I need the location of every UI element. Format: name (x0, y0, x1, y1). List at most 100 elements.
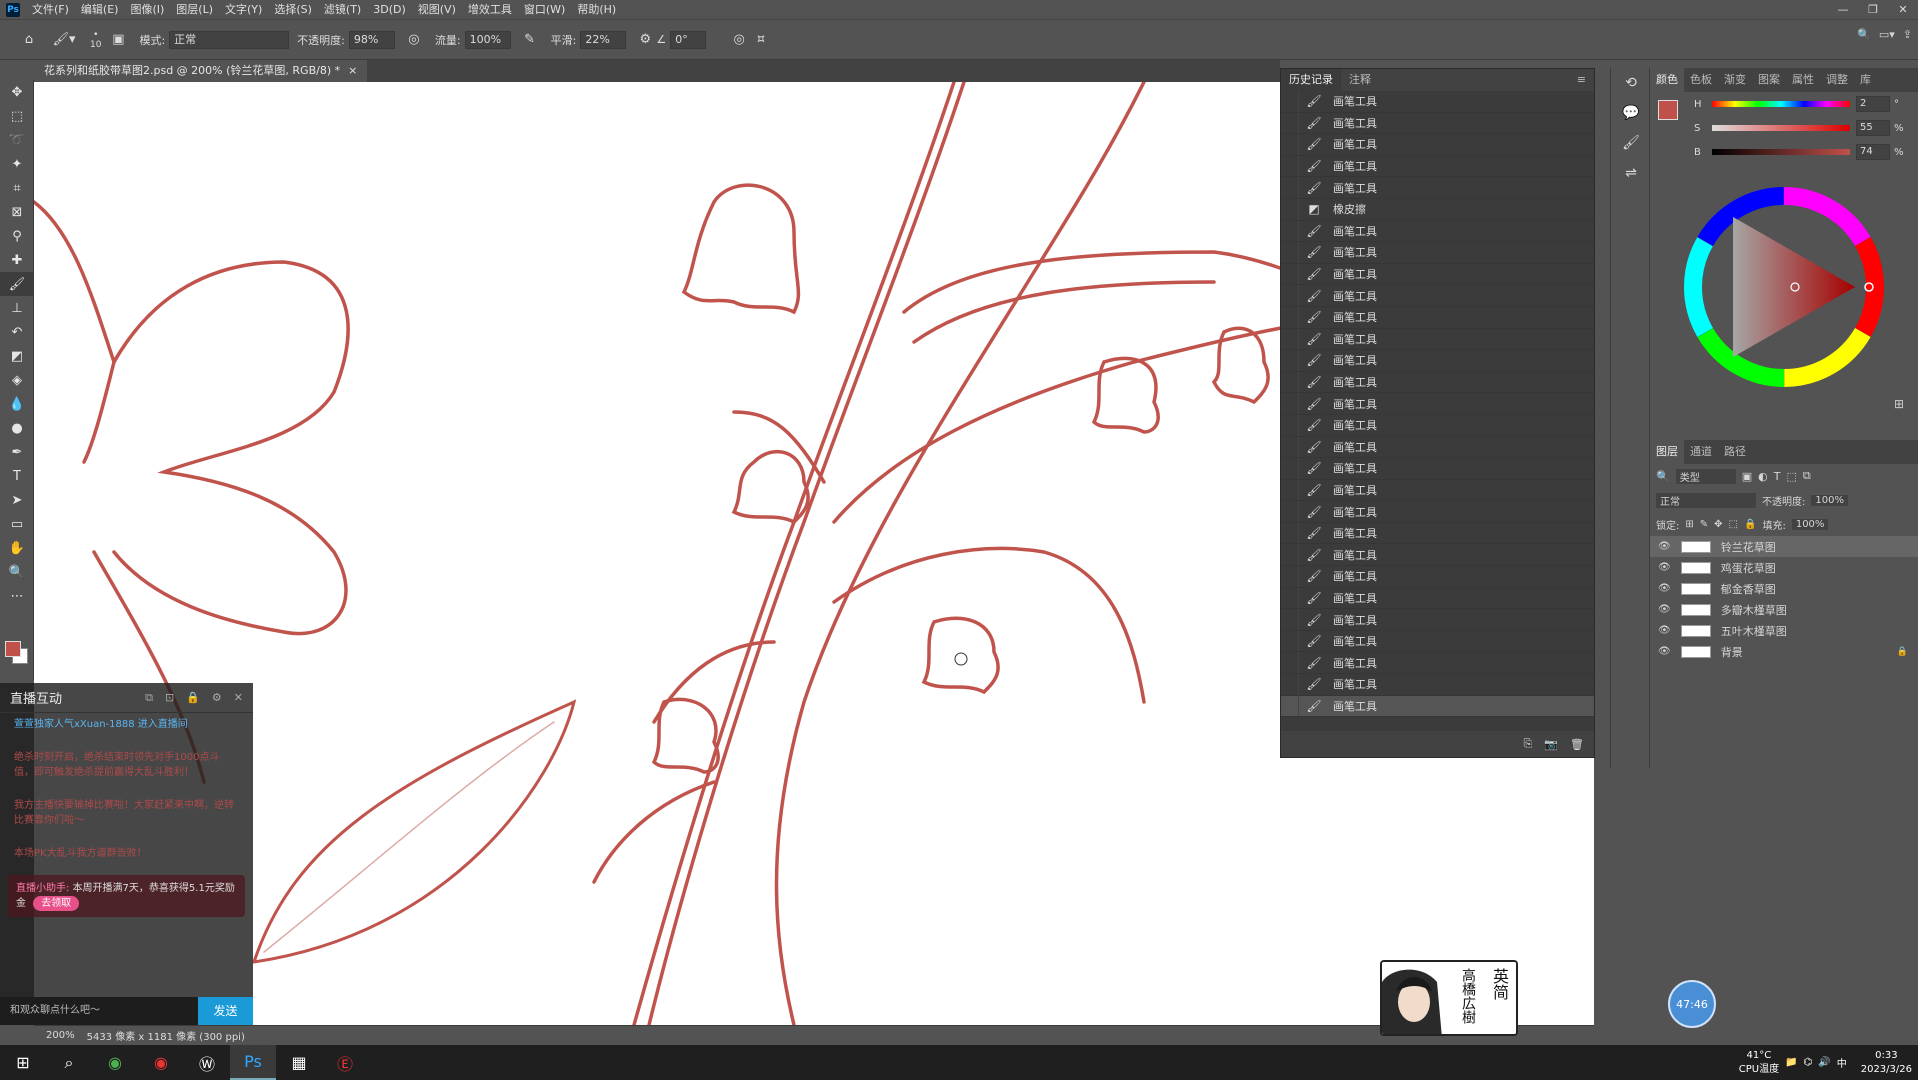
layer-opacity-input[interactable]: 100% (1811, 494, 1848, 506)
share-icon[interactable]: ⇪ (1903, 28, 1912, 41)
popout-icon[interactable]: ⧉ (145, 691, 153, 705)
history-source-checkbox[interactable] (1281, 609, 1299, 630)
history-source-checkbox[interactable] (1281, 328, 1299, 350)
history-state-row[interactable]: 🖌 画笔工具 (1281, 587, 1594, 610)
history-state-row[interactable]: 🖌 画笔工具 (1281, 306, 1594, 329)
history-source-checkbox[interactable] (1281, 393, 1299, 414)
close-icon[interactable]: ✕ (234, 691, 243, 705)
app-icon[interactable]: ▦ (276, 1045, 322, 1080)
blend-mode-select[interactable]: 正常 (1656, 492, 1756, 508)
history-source-checkbox[interactable] (1281, 587, 1299, 609)
layer-row[interactable]: 👁 背景 🔒 (1650, 641, 1918, 662)
move-tool-icon[interactable]: ✥ (0, 80, 34, 104)
dodge-tool-icon[interactable]: ● (0, 416, 34, 440)
angle-input[interactable]: 0° (670, 30, 707, 49)
hue-track[interactable] (1712, 101, 1850, 107)
snapshot-camera-icon[interactable]: 📷 (1544, 738, 1558, 751)
history-brush-tool-icon[interactable]: ↶ (0, 320, 34, 344)
history-source-checkbox[interactable] (1281, 522, 1299, 544)
history-state-row[interactable]: 🖌 画笔工具 (1281, 544, 1594, 567)
frame-tool-icon[interactable]: ⊠ (0, 200, 34, 224)
brush-size[interactable]: • 10 (90, 30, 101, 50)
tab-gradients[interactable]: 渐变 (1718, 68, 1752, 92)
adjustments-panel-icon[interactable]: ⇌ (1611, 158, 1651, 188)
history-state-row[interactable]: 🖌 画笔工具 (1281, 155, 1594, 178)
history-source-checkbox[interactable] (1281, 566, 1299, 587)
timer-bubble[interactable]: 47:46 (1668, 980, 1716, 1028)
lock-transparent-icon[interactable]: ⊞ (1685, 519, 1693, 530)
clock[interactable]: 0:33 2023/3/26 (1861, 1049, 1912, 1077)
history-source-checkbox[interactable] (1281, 436, 1299, 458)
history-state-row[interactable]: 🖌 画笔工具 (1281, 630, 1594, 653)
history-state-row[interactable]: 🖌 画笔工具 (1281, 242, 1594, 264)
history-source-checkbox[interactable] (1281, 544, 1299, 566)
history-state-row[interactable]: 🖌 画笔工具 (1281, 285, 1594, 307)
brush-preset-icon[interactable]: 🖌▾ (44, 29, 84, 51)
history-state-row[interactable]: 🖌 画笔工具 (1281, 674, 1594, 696)
tab-swatches[interactable]: 色板 (1684, 68, 1718, 92)
foreground-color-swatch[interactable] (5, 641, 21, 657)
history-source-checkbox[interactable] (1281, 198, 1299, 220)
new-document-from-state-icon[interactable]: ⎘ (1524, 737, 1533, 751)
hue-value[interactable]: 2 (1856, 96, 1890, 112)
lock-position-icon[interactable]: ✥ (1714, 519, 1722, 530)
chat-input[interactable]: 和观众聊点什么吧～ (0, 997, 198, 1025)
panel-menu-icon[interactable]: ≡ (1569, 69, 1594, 91)
layer-row[interactable]: 👁 鸡蛋花草图 (1650, 557, 1918, 578)
pressure-opacity-icon[interactable]: ◎ (403, 29, 425, 51)
history-source-checkbox[interactable] (1281, 414, 1299, 436)
menu-select[interactable]: 选择(S) (268, 0, 318, 20)
history-state-row[interactable]: 🖌 画笔工具 (1281, 652, 1594, 675)
history-source-checkbox[interactable] (1281, 91, 1299, 112)
history-state-row[interactable]: 🖌 画笔工具 (1281, 112, 1594, 135)
smooth-input[interactable]: 22% (580, 30, 627, 49)
history-state-row[interactable]: 🖌 画笔工具 (1281, 350, 1594, 372)
opacity-input[interactable]: 98% (348, 30, 395, 49)
menu-plugins[interactable]: 增效工具 (462, 0, 518, 20)
pen-tool-icon[interactable]: ✒ (0, 440, 34, 464)
history-state-row[interactable]: 🖌 画笔工具 (1281, 371, 1594, 394)
weibo-app-icon[interactable]: ◉ (138, 1045, 184, 1080)
clone-stamp-tool-icon[interactable]: ⊥ (0, 296, 34, 320)
history-source-checkbox[interactable] (1281, 155, 1299, 177)
color-wheel[interactable]: ⊞ (1650, 172, 1918, 422)
history-source-checkbox[interactable] (1281, 242, 1299, 263)
healing-brush-tool-icon[interactable]: ✚ (0, 248, 34, 272)
history-state-row[interactable]: 🖌 画笔工具 (1281, 134, 1594, 156)
lasso-tool-icon[interactable]: ➰ (0, 128, 34, 152)
history-state-row[interactable]: 🖌 画笔工具 (1281, 220, 1594, 243)
menu-image[interactable]: 图像(I) (124, 0, 170, 20)
history-source-checkbox[interactable] (1281, 371, 1299, 393)
flow-input[interactable]: 100% (464, 30, 511, 49)
eraser-tool-icon[interactable]: ◩ (0, 344, 34, 368)
layer-row[interactable]: 👁 五叶木槿草图 (1650, 620, 1918, 641)
minimize-icon[interactable]: — (1828, 0, 1858, 20)
brushes-panel-icon[interactable]: 🖌 (1611, 128, 1651, 158)
history-source-checkbox[interactable] (1281, 695, 1299, 717)
lock-image-icon[interactable]: ✎ (1700, 519, 1708, 530)
history-state-row[interactable]: 🖌 画笔工具 (1281, 479, 1594, 502)
tab-layers[interactable]: 图层 (1650, 440, 1684, 464)
history-source-checkbox[interactable] (1281, 112, 1299, 134)
menu-help[interactable]: 帮助(H) (571, 0, 622, 20)
history-state-row[interactable]: 🖌 画笔工具 (1281, 263, 1594, 286)
airbrush-icon[interactable]: ✎ (519, 29, 541, 51)
mode-select[interactable]: 正常 (169, 30, 290, 49)
brush-settings-icon[interactable]: ▣ (107, 29, 129, 51)
layer-row[interactable]: 👁 郁金香草图 (1650, 578, 1918, 599)
tab-notes[interactable]: 注释 (1341, 69, 1379, 91)
close-tab-icon[interactable]: × (348, 60, 357, 82)
paint-bucket-tool-icon[interactable]: ◈ (0, 368, 34, 392)
lock-icon[interactable]: 🔒 (186, 691, 200, 705)
layer-row[interactable]: 👁 铃兰花草图 (1650, 536, 1918, 557)
history-source-checkbox[interactable] (1281, 306, 1299, 328)
filter-pixel-icon[interactable]: ▣ (1742, 470, 1752, 483)
brush-tool-icon[interactable]: 🖌 (0, 272, 34, 296)
history-source-checkbox[interactable] (1281, 630, 1299, 652)
pin-icon[interactable]: ⊡ (165, 691, 174, 705)
filter-smart-icon[interactable]: ⧉ (1803, 469, 1811, 483)
zoom-tool-icon[interactable]: 🔍 (0, 560, 34, 584)
history-state-row[interactable]: ◩ 橡皮擦 (1281, 198, 1594, 221)
app-icon[interactable]: Ⓦ (184, 1045, 230, 1080)
photoshop-app-icon[interactable]: Ps (230, 1045, 276, 1080)
